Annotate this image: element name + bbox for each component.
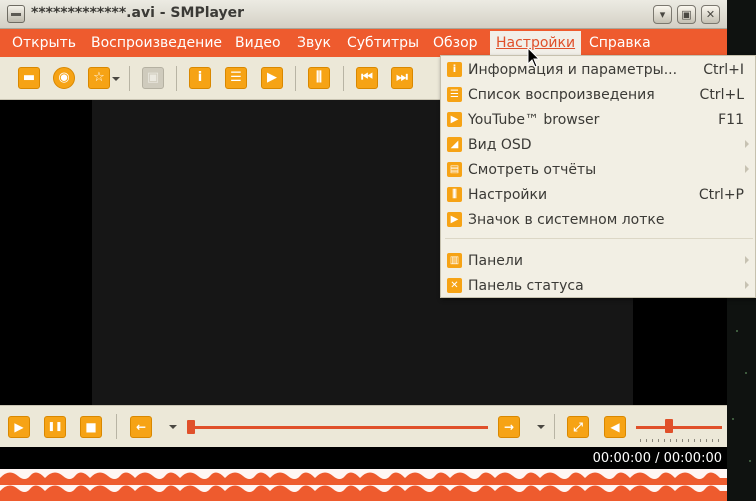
- toolbar-separator: [295, 66, 296, 91]
- info-icon: i: [447, 62, 462, 77]
- info-icon[interactable]: i: [189, 67, 211, 89]
- seek-handle[interactable]: [187, 420, 195, 434]
- close-button[interactable]: ✕: [701, 5, 720, 24]
- menu-subtitles[interactable]: Субтитры: [347, 35, 419, 51]
- youtube-icon[interactable]: ▶: [261, 67, 283, 89]
- menu-item-info-properties[interactable]: i Информация и параметры... Ctrl+I: [441, 58, 756, 82]
- volume-ticks: [640, 439, 720, 442]
- playlist-icon[interactable]: ☰: [225, 67, 247, 89]
- volume-slider[interactable]: [636, 426, 722, 429]
- menu-separator: [445, 238, 753, 239]
- submenu-arrow-icon: [745, 256, 749, 264]
- logs-icon: ▤: [447, 162, 462, 177]
- menu-bar: Открыть Воспроизведение Видео Звук Субти…: [0, 29, 727, 57]
- toolbars-icon: ▥: [447, 253, 462, 268]
- maximize-button[interactable]: ▣: [677, 5, 696, 24]
- menu-item-statusbar[interactable]: ✕ Панель статуса: [441, 274, 756, 298]
- settings-dropdown-menu: i Информация и параметры... Ctrl+I ☰ Спи…: [440, 55, 756, 298]
- control-separator: [116, 414, 117, 439]
- menu-item-label: Значок в системном лотке: [468, 212, 665, 228]
- play-icon[interactable]: ▶: [8, 416, 30, 438]
- forward-icon[interactable]: →: [498, 416, 520, 438]
- menu-item-label: Информация и параметры...: [468, 62, 678, 78]
- open-file-icon[interactable]: ▬: [18, 67, 40, 89]
- menu-item-label: YouTube™ browser: [468, 112, 600, 128]
- submenu-arrow-icon: [745, 165, 749, 173]
- menu-item-playlist[interactable]: ☰ Список воспроизведения Ctrl+L: [441, 83, 756, 107]
- seek-bar[interactable]: [190, 426, 488, 429]
- menu-item-shortcut: Ctrl+L: [699, 87, 744, 103]
- menu-open[interactable]: Открыть: [12, 35, 76, 51]
- submenu-arrow-icon: [745, 281, 749, 289]
- favorites-dropdown-arrow-icon[interactable]: [112, 77, 120, 81]
- menu-item-label: Вид OSD: [468, 137, 532, 153]
- menu-help[interactable]: Справка: [589, 35, 651, 51]
- toolbar-separator: [129, 66, 130, 91]
- menu-item-view-logs[interactable]: ▤ Смотреть отчёты: [441, 158, 756, 182]
- menu-item-label: Панель статуса: [468, 278, 584, 294]
- star-dot: [749, 460, 751, 462]
- menu-item-shortcut: Ctrl+P: [698, 187, 744, 203]
- rewind-icon[interactable]: ←: [130, 416, 152, 438]
- menu-item-label: Настройки: [468, 187, 548, 203]
- star-dot: [736, 330, 738, 332]
- menu-item-shortcut: F11: [718, 112, 744, 128]
- menu-item-label: Список воспроизведения: [468, 87, 655, 103]
- window-title: *************.avi - SMPlayer: [31, 5, 245, 21]
- favorites-star-icon[interactable]: ☆: [88, 67, 110, 89]
- menu-browse[interactable]: Обзор: [433, 35, 478, 51]
- stop-icon[interactable]: ■: [80, 416, 102, 438]
- control-separator: [554, 414, 555, 439]
- menu-item-label: Смотреть отчёты: [468, 162, 597, 178]
- playlist-icon: ☰: [447, 87, 462, 102]
- rewind-dropdown-arrow-icon[interactable]: [169, 425, 177, 429]
- preferences-icon: ⫼: [447, 187, 462, 202]
- next-icon[interactable]: ⏭: [391, 67, 413, 89]
- decorative-waves: [0, 469, 727, 501]
- toolbar-separator: [176, 66, 177, 91]
- globe-icon[interactable]: ◉: [53, 67, 75, 89]
- tray-icon: ▶: [447, 212, 462, 227]
- screenshot-icon: ▣: [142, 67, 164, 89]
- toolbar-separator: [343, 66, 344, 91]
- menu-item-preferences[interactable]: ⫼ Настройки Ctrl+P: [441, 183, 756, 207]
- waves-graphic: [0, 469, 727, 492]
- mouse-cursor-icon: [527, 47, 541, 68]
- youtube-icon: ▶: [447, 112, 462, 127]
- menu-audio[interactable]: Звук: [297, 35, 331, 51]
- forward-dropdown-arrow-icon[interactable]: [537, 425, 545, 429]
- menu-item-osd[interactable]: ◢ Вид OSD: [441, 133, 756, 157]
- osd-icon: ◢: [447, 137, 462, 152]
- submenu-arrow-icon: [745, 140, 749, 148]
- mute-icon[interactable]: ◀: [604, 416, 626, 438]
- title-bar[interactable]: *************.avi - SMPlayer ▾ ▣ ✕: [0, 0, 727, 29]
- equalizer-icon[interactable]: ⫼: [308, 67, 330, 89]
- control-bar: ▶ ❚❚ ■ ← → ⤢ ◀: [0, 405, 727, 447]
- menu-item-youtube-browser[interactable]: ▶ YouTube™ browser F11: [441, 108, 756, 132]
- menu-item-label: Панели: [468, 253, 523, 269]
- menu-item-shortcut: Ctrl+I: [703, 62, 744, 78]
- minimize-button[interactable]: ▾: [653, 5, 672, 24]
- previous-icon[interactable]: ⏮: [356, 67, 378, 89]
- statusbar-icon: ✕: [447, 278, 462, 293]
- star-dot: [745, 372, 747, 374]
- window-menu-icon[interactable]: [7, 5, 25, 23]
- menu-playback[interactable]: Воспроизведение: [91, 35, 222, 51]
- menu-item-tray-icon[interactable]: ▶ Значок в системном лотке: [441, 208, 756, 232]
- volume-handle[interactable]: [665, 419, 673, 433]
- time-display: 00:00:00 / 00:00:00: [592, 451, 722, 466]
- pause-icon[interactable]: ❚❚: [44, 416, 66, 438]
- menu-item-toolbars[interactable]: ▥ Панели: [441, 249, 756, 273]
- star-dot: [732, 418, 734, 420]
- fullscreen-icon[interactable]: ⤢: [567, 416, 589, 438]
- status-bar: 00:00:00 / 00:00:00: [0, 447, 727, 469]
- menu-video[interactable]: Видео: [235, 35, 281, 51]
